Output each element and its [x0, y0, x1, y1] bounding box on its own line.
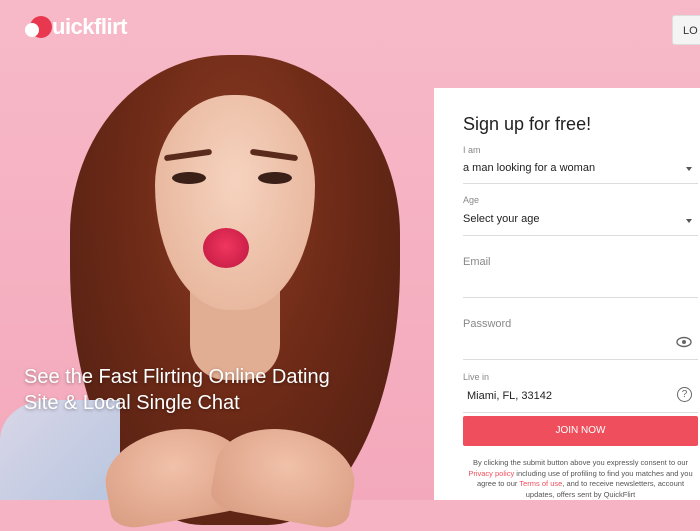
eye-icon[interactable] — [676, 336, 692, 348]
terms-of-use-link[interactable]: Terms of use — [519, 479, 562, 488]
left-eye — [172, 172, 206, 184]
join-now-button[interactable]: JOIN NOW — [463, 416, 698, 446]
chevron-down-icon — [686, 167, 692, 171]
age-select[interactable]: Age Select your age — [463, 195, 698, 236]
question-circle-icon[interactable]: ? — [677, 387, 692, 402]
right-eye — [258, 172, 292, 184]
email-placeholder: Email — [463, 256, 491, 268]
live-in-value: Miami, FL, 33142 — [467, 390, 552, 402]
live-in-label: Live in — [463, 372, 490, 382]
live-in-field[interactable]: Live in Miami, FL, 33142 ? — [463, 372, 698, 413]
password-field[interactable]: Password — [463, 318, 698, 360]
age-value: Select your age — [463, 213, 540, 225]
i-am-label: I am — [463, 145, 481, 155]
email-field[interactable]: Email — [463, 256, 698, 298]
i-am-select[interactable]: I am a man looking for a woman — [463, 145, 698, 184]
hero-tagline: See the Fast Flirting Online Dating Site… — [24, 366, 330, 414]
signup-panel: Sign up for free! I am a man looking for… — [434, 88, 700, 500]
password-placeholder: Password — [463, 318, 512, 330]
privacy-policy-link[interactable]: Privacy policy — [468, 469, 514, 478]
chevron-down-icon — [686, 219, 692, 223]
i-am-value: a man looking for a woman — [463, 162, 596, 174]
legal-text: By clicking the submit button above you … — [463, 458, 698, 500]
brand-name: uickflirt — [52, 14, 127, 39]
signup-title: Sign up for free! — [463, 114, 592, 134]
login-button[interactable]: LO — [672, 15, 700, 45]
lips — [203, 228, 249, 268]
age-label: Age — [463, 195, 480, 205]
legal-text-part1: By clicking the submit button above you … — [472, 458, 689, 467]
brand-logo[interactable]: uickflirt — [24, 14, 127, 40]
